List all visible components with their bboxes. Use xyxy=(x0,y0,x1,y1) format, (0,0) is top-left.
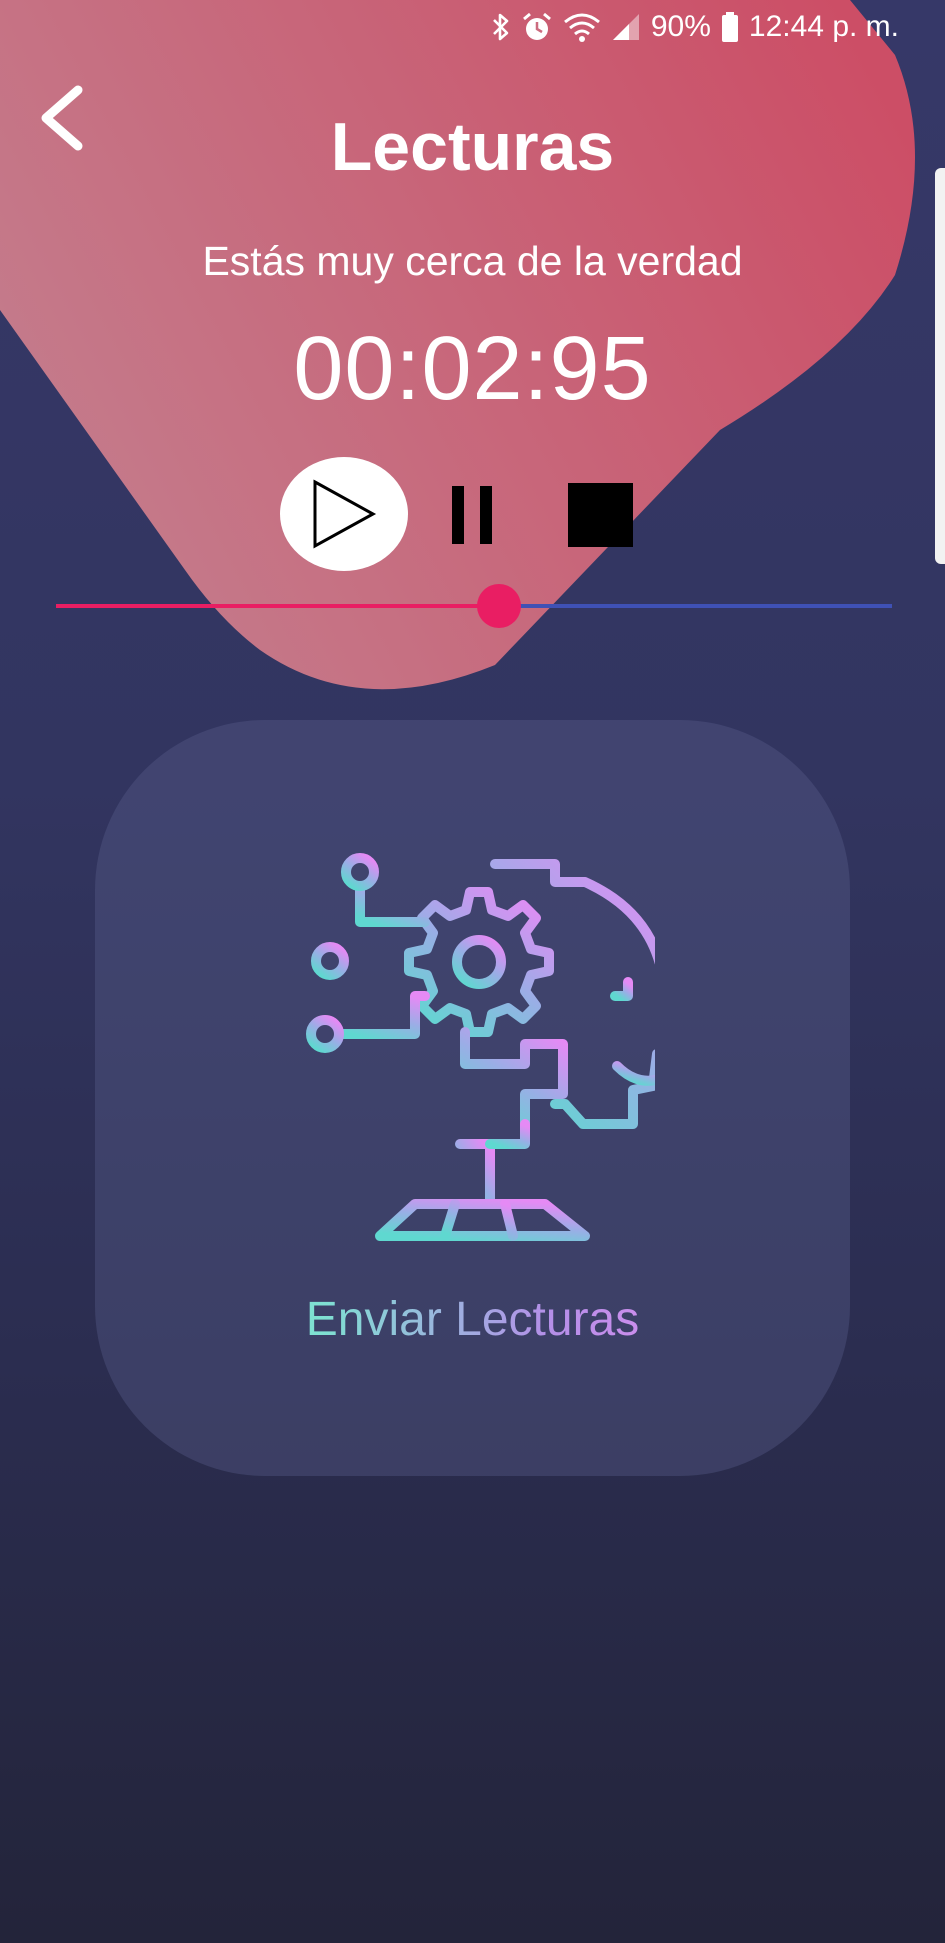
stop-button[interactable] xyxy=(568,483,633,547)
playback-timer: 00:02:95 xyxy=(293,319,652,419)
signal-icon xyxy=(612,14,639,40)
send-readings-card[interactable]: Enviar Lecturas xyxy=(95,720,850,1476)
pause-icon xyxy=(452,486,464,544)
status-bar: 90% 12:44 p. m. xyxy=(0,0,945,60)
slider-track-active xyxy=(56,604,499,608)
bluetooth-icon xyxy=(492,13,509,41)
battery-icon xyxy=(721,12,738,42)
player-subtitle: Estás muy cerca de la verdad xyxy=(202,238,743,284)
play-button[interactable] xyxy=(280,457,408,571)
ai-head-gear-icon xyxy=(306,853,655,1241)
alarm-icon xyxy=(522,12,551,40)
playback-slider[interactable] xyxy=(56,584,892,628)
status-time: 12:44 p. m. xyxy=(748,10,899,43)
page-title: Lecturas xyxy=(330,109,615,185)
slider-track-inactive xyxy=(499,604,892,608)
play-icon xyxy=(313,479,377,549)
pause-icon-bar xyxy=(480,486,492,544)
pause-button[interactable] xyxy=(452,486,494,544)
send-readings-label: Enviar Lecturas xyxy=(95,1292,850,1347)
wifi-icon xyxy=(563,13,600,42)
edge-panel-handle[interactable] xyxy=(935,168,945,564)
slider-thumb[interactable] xyxy=(477,584,521,628)
battery-percentage: 90% xyxy=(650,10,711,43)
